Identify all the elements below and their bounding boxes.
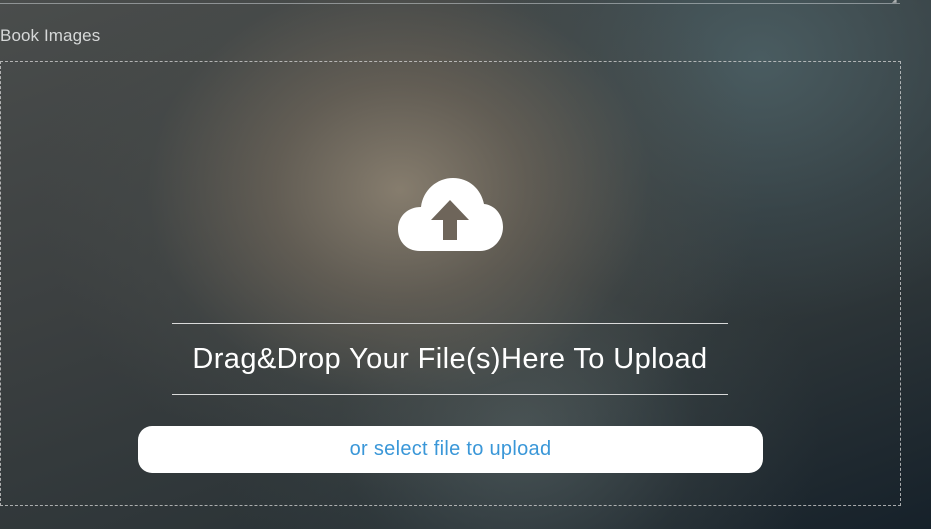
select-file-button[interactable]: or select file to upload [138, 426, 763, 473]
resize-handle-icon[interactable]: ◢ [892, 0, 900, 4]
cloud-upload-icon[interactable] [398, 178, 503, 251]
book-images-label: Book Images [0, 26, 101, 45]
previous-field-border: ◢ [0, 0, 900, 4]
drop-instruction-box: Drag&Drop Your File(s)Here To Upload [172, 323, 728, 395]
drop-instruction-text: Drag&Drop Your File(s)Here To Upload [192, 342, 708, 375]
